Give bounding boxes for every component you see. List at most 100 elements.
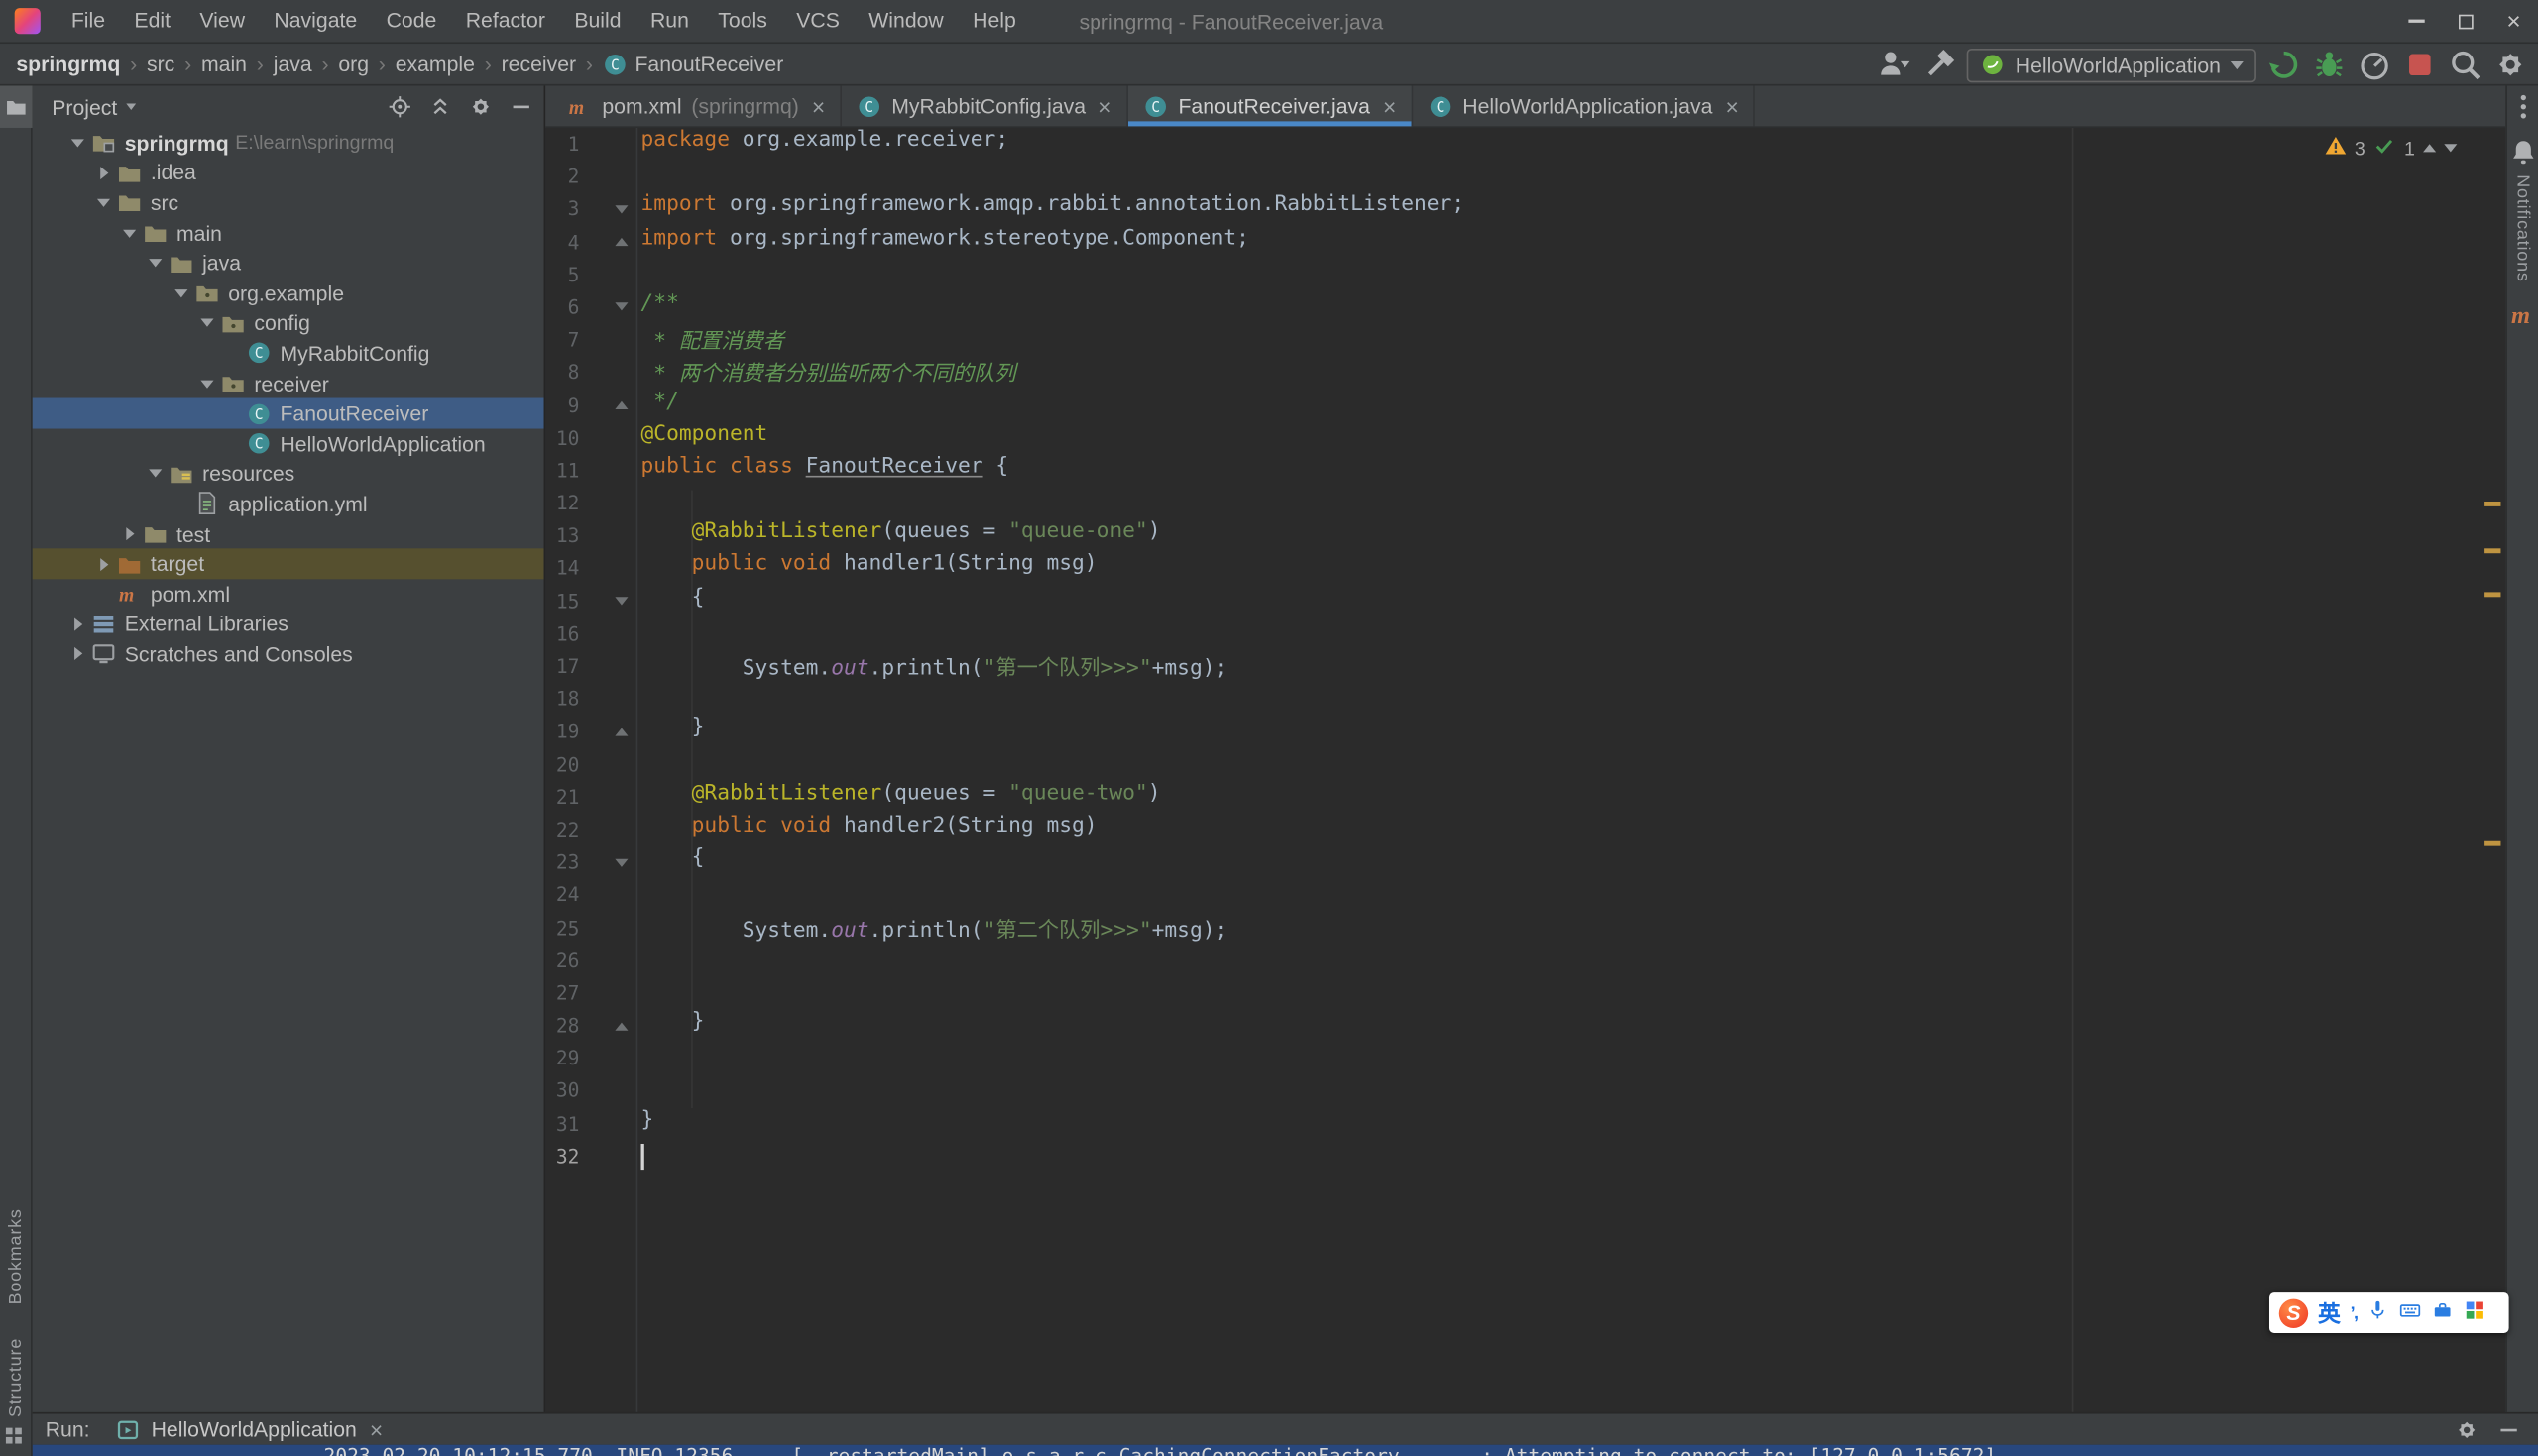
tree-chevron-icon[interactable]	[64, 648, 90, 661]
tree-item-helloworldapplication[interactable]: CHelloWorldApplication	[33, 428, 544, 458]
notifications-stripe-button[interactable]: Notifications	[2513, 174, 2533, 281]
menu-item-code[interactable]: Code	[372, 8, 451, 32]
code-line-30[interactable]	[545, 1075, 2482, 1108]
code-line-3[interactable]: import org.springframework.amqp.rabbit.a…	[545, 193, 2482, 226]
breadcrumb-fanoutreceiver[interactable]: CFanoutReceiver	[603, 51, 783, 76]
code-line-5[interactable]	[545, 259, 2482, 291]
tab-close-icon[interactable]: ×	[1383, 94, 1396, 117]
menu-item-vcs[interactable]: VCS	[782, 8, 855, 32]
code-line-26[interactable]	[545, 945, 2482, 977]
tree-item-idea[interactable]: .idea	[33, 158, 544, 187]
ime-language-toggle[interactable]: 英	[2318, 1296, 2341, 1329]
breadcrumb-springrmq[interactable]: springrmq	[16, 52, 120, 75]
menu-item-tools[interactable]: Tools	[704, 8, 782, 32]
profiler-icon[interactable]	[2357, 47, 2392, 82]
maven-tool-button[interactable]: m	[2506, 298, 2538, 331]
maximize-icon[interactable]	[2441, 0, 2489, 43]
stop-icon[interactable]	[2402, 47, 2438, 82]
debug-icon[interactable]	[2311, 47, 2347, 82]
breadcrumb-src[interactable]: src	[147, 52, 174, 75]
error-stripe-mark[interactable]	[2484, 841, 2500, 846]
tree-item-test[interactable]: test	[33, 518, 544, 548]
hide-panel-icon[interactable]	[509, 94, 534, 120]
code-line-11[interactable]: public class FanoutReceiver {	[545, 454, 2482, 487]
code-line-17[interactable]: System.out.println("第一个队列>>>"+msg);	[545, 650, 2482, 683]
code-line-8[interactable]: * 两个消费者分别监听两个不同的队列	[545, 357, 2482, 390]
code-line-12[interactable]	[545, 487, 2482, 519]
tree-chevron-icon[interactable]	[117, 527, 143, 540]
code-line-2[interactable]	[545, 161, 2482, 193]
menu-item-navigate[interactable]: Navigate	[260, 8, 372, 32]
tree-chevron-icon[interactable]	[194, 380, 220, 388]
apps-grid-icon[interactable]	[2464, 1299, 2486, 1327]
tree-chevron-icon[interactable]	[169, 289, 194, 297]
menu-item-run[interactable]: Run	[635, 8, 703, 32]
code-with-me-icon[interactable]	[1876, 47, 1911, 82]
tree-chevron-icon[interactable]	[90, 199, 116, 207]
tree-chevron-icon[interactable]	[64, 617, 90, 630]
error-stripe-mark[interactable]	[2484, 548, 2500, 553]
code-line-23[interactable]: {	[545, 846, 2482, 879]
sogou-logo-icon[interactable]: S	[2279, 1298, 2308, 1327]
tree-item-config[interactable]: config	[33, 308, 544, 338]
code-line-19[interactable]: }	[545, 716, 2482, 748]
panel-settings-gear-icon[interactable]	[468, 94, 494, 120]
tool-windows-grid-icon[interactable]	[3, 1425, 29, 1451]
tree-item-org-example[interactable]: org.example	[33, 279, 544, 308]
code-line-31[interactable]: }	[545, 1107, 2482, 1140]
next-issue-icon[interactable]	[2444, 144, 2457, 152]
code-line-4[interactable]: import org.springframework.stereotype.Co…	[545, 226, 2482, 259]
console-log-line[interactable]: 2023-02-20 10:12:15.770 INFO 12356 --- […	[33, 1445, 2538, 1456]
tree-item-application-yml[interactable]: application.yml	[33, 489, 544, 518]
tree-item-springrmq[interactable]: springrmq E:\learn\springrmq	[33, 128, 544, 158]
tree-item-target[interactable]: target	[33, 549, 544, 579]
previous-issue-icon[interactable]	[2423, 144, 2436, 152]
tree-item-src[interactable]: src	[33, 188, 544, 218]
breadcrumb-org[interactable]: org	[338, 52, 369, 75]
code-area[interactable]: package org.example.receiver; import org.…	[545, 128, 2482, 1173]
code-line-1[interactable]: package org.example.receiver;	[545, 128, 2482, 161]
tree-item-receiver[interactable]: receiver	[33, 369, 544, 398]
editor-tab-pom-xml[interactable]: mpom.xml (springrmq)×	[552, 86, 842, 127]
error-stripe-mark[interactable]	[2484, 502, 2500, 506]
tree-item-pom-xml[interactable]: mpom.xml	[33, 579, 544, 609]
breadcrumb-main[interactable]: main	[201, 52, 247, 75]
console-output[interactable]: 2023-02-20 10:12:15.770 INFO 12356 --- […	[33, 1445, 2538, 1456]
code-line-7[interactable]: * 配置消费者	[545, 324, 2482, 357]
tab-close-icon[interactable]: ×	[1098, 94, 1111, 117]
tree-chevron-icon[interactable]	[90, 167, 116, 179]
tree-chevron-icon[interactable]	[64, 139, 90, 147]
code-line-27[interactable]	[545, 977, 2482, 1010]
tab-close-icon[interactable]: ×	[370, 1418, 383, 1441]
structure-stripe-button[interactable]: Structure	[7, 1338, 27, 1417]
code-line-16[interactable]	[545, 617, 2482, 650]
code-line-15[interactable]: {	[545, 585, 2482, 617]
code-line-24[interactable]	[545, 879, 2482, 912]
locate-file-icon[interactable]	[387, 94, 412, 120]
code-line-21[interactable]: @RabbitListener(queues = "queue-two")	[545, 781, 2482, 814]
menu-item-file[interactable]: File	[57, 8, 120, 32]
tab-close-icon[interactable]: ×	[1725, 94, 1738, 117]
search-everywhere-icon[interactable]	[2448, 47, 2483, 82]
menu-item-help[interactable]: Help	[958, 8, 1030, 32]
editor-tab-helloworldapplication-java[interactable]: CHelloWorldApplication.java×	[1413, 86, 1755, 127]
run-configuration-select[interactable]: HelloWorldApplication	[1967, 48, 2256, 81]
breadcrumb-receiver[interactable]: receiver	[502, 52, 577, 75]
notifications-bell-icon[interactable]	[2506, 136, 2538, 168]
tree-item-fanoutreceiver[interactable]: CFanoutReceiver	[33, 398, 544, 428]
editor-tab-fanoutreceiver-java[interactable]: CFanoutReceiver.java×	[1128, 86, 1413, 127]
close-icon[interactable]: ×	[2489, 0, 2538, 43]
code-line-28[interactable]: }	[545, 1010, 2482, 1043]
error-stripe-mark[interactable]	[2484, 592, 2500, 597]
chevron-down-icon[interactable]	[127, 103, 137, 110]
menu-item-build[interactable]: Build	[560, 8, 636, 32]
tree-chevron-icon[interactable]	[117, 229, 143, 237]
tree-item-main[interactable]: main	[33, 218, 544, 248]
settings-gear-icon[interactable]	[2492, 47, 2528, 82]
breadcrumb-example[interactable]: example	[396, 52, 475, 75]
collapse-all-icon[interactable]	[427, 94, 453, 120]
tree-chevron-icon[interactable]	[194, 319, 220, 327]
run-tab-helloworldapplication[interactable]: HelloWorldApplication ×	[116, 1416, 384, 1442]
code-line-6[interactable]: /**	[545, 291, 2482, 324]
menu-item-window[interactable]: Window	[855, 8, 959, 32]
